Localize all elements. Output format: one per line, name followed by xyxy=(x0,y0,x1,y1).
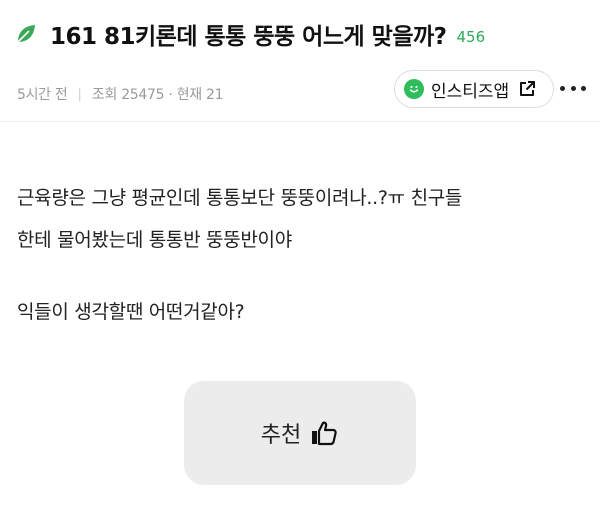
leaf-icon xyxy=(12,20,40,48)
post-title-row: 161 81키론데 통통 뚱뚱 어느게 맞을까? 456 xyxy=(0,0,600,68)
recommend-button[interactable]: 추천 xyxy=(184,381,416,485)
post-body-line: 근육량은 그냥 평균인데 통통보단 뚱뚱이려나..?ㅠ 친구들 xyxy=(17,187,463,209)
post-body-line: 익들이 생각할땐 어떤거같아? xyxy=(17,301,245,323)
more-icon[interactable] xyxy=(560,79,586,97)
post-meta: 5시간 전 | 조회 25475 · 현재 21 인스티즈앱 xyxy=(0,68,600,120)
smile-icon xyxy=(404,79,424,99)
post-time: 5시간 전 xyxy=(17,87,68,103)
post-body-question: 익들이 생각할땐 어떤거같아? xyxy=(17,291,587,333)
header-divider xyxy=(0,121,600,122)
post-body-line: 한테 물어봤는데 통통반 뚱뚱반이야 xyxy=(17,229,292,251)
comment-count[interactable]: 456 xyxy=(456,28,485,46)
meta-divider: | xyxy=(77,86,82,102)
external-link-icon xyxy=(517,79,537,99)
post-body: 근육량은 그냥 평균인데 통통보단 뚱뚱이려나..?ㅠ 친구들 한테 물어봤는데… xyxy=(17,177,587,261)
thumbs-up-icon xyxy=(309,418,339,448)
app-button-label: 인스티즈앱 xyxy=(431,81,510,102)
post-views: 조회 25475 · 현재 21 xyxy=(91,87,224,103)
recommend-label: 추천 xyxy=(260,423,302,448)
instiz-app-button[interactable]: 인스티즈앱 xyxy=(394,70,554,108)
post-title: 161 81키론데 통통 뚱뚱 어느게 맞을까? xyxy=(50,24,447,50)
